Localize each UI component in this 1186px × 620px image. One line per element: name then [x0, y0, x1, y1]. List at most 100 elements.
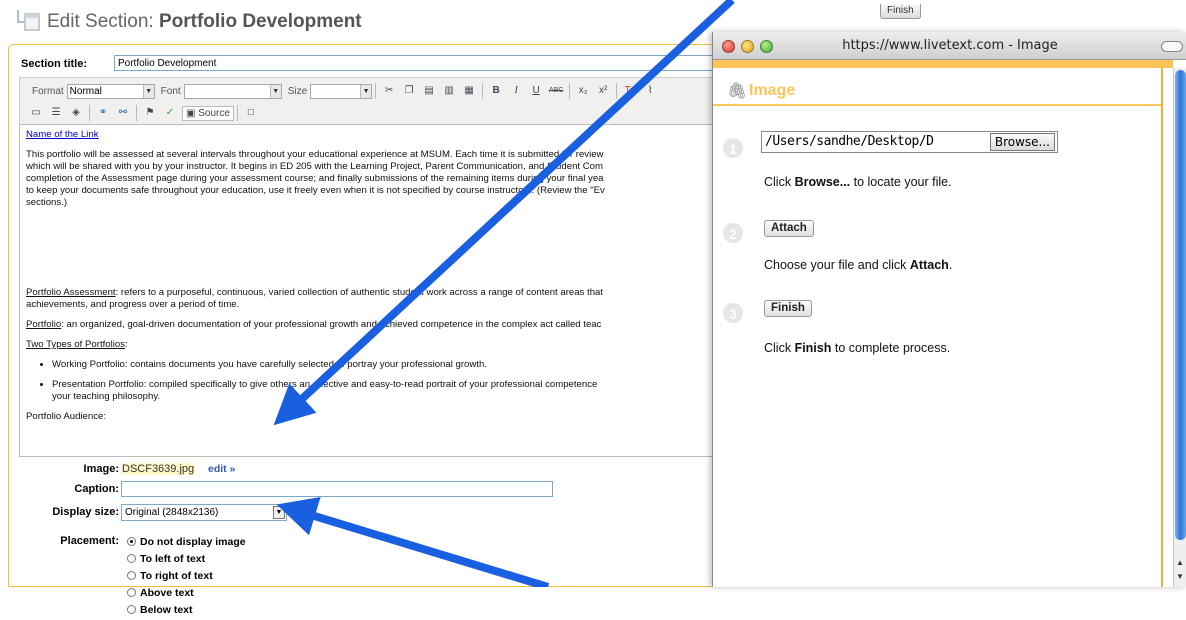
toolbar-separator	[136, 105, 137, 121]
highlight-icon[interactable]: ⌇	[642, 83, 658, 99]
audience-heading: Portfolio Audience:	[26, 411, 107, 422]
radio-icon[interactable]	[127, 588, 136, 597]
paste-icon[interactable]: ▤	[421, 83, 437, 99]
instruction-text: Click	[764, 341, 795, 355]
placement-option-label: Do not display image	[140, 536, 246, 548]
source-button-label: Source	[198, 107, 230, 119]
placement-option-label: To right of text	[140, 570, 213, 582]
step-2-instruction: Choose your file and click Attach.	[764, 258, 952, 272]
editor-paragraph-intro: This portfolio will be assessed at sever…	[26, 149, 713, 209]
chevron-down-icon: ▼	[269, 84, 281, 98]
strikethrough-icon[interactable]: ABC	[548, 83, 564, 99]
radio-icon[interactable]	[127, 554, 136, 563]
edit-section-form: Section title: Format Normal ▼ Font ▼ Si…	[8, 44, 724, 616]
popup-header: 🖇 Image	[713, 68, 1161, 106]
bold-icon[interactable]: B	[488, 83, 504, 99]
image-file-name: DSCF3639.jpg	[121, 463, 196, 475]
instruction-bold: Browse...	[794, 175, 851, 189]
scrollbar-thumb[interactable]	[1175, 70, 1186, 540]
bullet-presentation-line-2: your teaching philosophy.	[52, 391, 161, 402]
caption-input[interactable]	[121, 481, 553, 497]
placement-option-right[interactable]: To right of text	[127, 570, 213, 586]
section-title-label: Section title:	[21, 58, 88, 70]
attach-button[interactable]: Attach	[764, 220, 814, 237]
toolbar-row-1: Format Normal ▼ Font ▼ Size ▼ ✂ ❐ ▤ ▥ ▦ …	[26, 80, 660, 102]
font-select[interactable]: ▼	[183, 83, 282, 99]
toolbar-separator	[236, 105, 238, 121]
portfolio-definition: : an organized, goal-driven documentatio…	[61, 319, 602, 330]
editor-link[interactable]: Name of the Link	[26, 129, 99, 140]
toolbar-toggle-icon[interactable]	[1161, 41, 1183, 52]
file-path-value: /Users/sandhe/Desktop/D	[765, 134, 934, 149]
intro-line-2: which will be shared with you by your in…	[26, 161, 603, 172]
subscript-icon[interactable]: x₂	[575, 83, 591, 99]
list-item: Working Portfolio: contains documents yo…	[52, 359, 713, 371]
paste-text-icon[interactable]: ▥	[441, 83, 457, 99]
caption-row: Caption:	[9, 481, 721, 503]
preview-icon[interactable]: □	[243, 105, 259, 121]
chevron-down-icon: ▼	[360, 84, 372, 98]
placement-option-none[interactable]: Do not display image	[127, 536, 246, 552]
scroll-up-icon[interactable]: ▲	[1176, 558, 1184, 567]
display-size-row: Display size: Original (2848x2136) ▼	[9, 504, 721, 526]
intro-line-1: This portfolio will be assessed at sever…	[26, 149, 604, 160]
placement-option-above[interactable]: Above text	[127, 587, 194, 603]
toolbar-separator	[375, 83, 377, 99]
page-header: Edit Section: Portfolio Development	[0, 0, 720, 40]
toolbar-separator	[569, 83, 571, 99]
file-path-input[interactable]: /Users/sandhe/Desktop/D Browse...	[761, 131, 1058, 153]
section-title-input[interactable]	[114, 55, 724, 71]
display-size-select[interactable]: Original (2848x2136) ▼	[121, 504, 287, 521]
size-select[interactable]: ▼	[310, 83, 373, 99]
scroll-down-icon[interactable]: ▼	[1176, 572, 1184, 581]
toolbar-separator	[89, 105, 90, 121]
step-1-instruction: Click Browse... to locate your file.	[764, 175, 952, 189]
copy-icon[interactable]: ❐	[401, 83, 417, 99]
image-row: Image: DSCF3639.jpg edit »	[9, 463, 721, 483]
table-icon[interactable]: ▦	[461, 83, 477, 99]
intro-line-3: completion of the Assessment page during…	[26, 173, 604, 184]
link-icon[interactable]: ⚭	[95, 105, 111, 121]
window-titlebar[interactable]: https://www.livetext.com - Image	[713, 32, 1186, 60]
editor-paragraph-types: Two Types of Portfolios:	[26, 339, 713, 351]
header-band	[713, 60, 1173, 68]
source-button[interactable]: ▣ Source	[182, 105, 234, 121]
rich-text-editor[interactable]: Name of the Link This portfolio will be …	[19, 124, 719, 457]
radio-icon[interactable]	[127, 605, 136, 614]
instruction-text: Click	[764, 175, 795, 189]
instruction-text: .	[948, 258, 953, 272]
chevron-down-icon: ▼	[273, 506, 285, 519]
display-size-value: Original (2848x2136)	[125, 507, 219, 518]
spellcheck-icon[interactable]: ✓	[162, 105, 178, 121]
text-color-icon[interactable]: T▾	[622, 83, 638, 99]
instruction-text: to locate your file.	[850, 175, 952, 189]
radio-selected-icon[interactable]	[127, 537, 136, 546]
unlink-icon[interactable]: ⚯	[115, 105, 131, 121]
size-label: Size	[287, 85, 308, 97]
finish-button[interactable]: Finish	[764, 300, 812, 317]
image-icon[interactable]: ◈	[68, 105, 84, 121]
italic-icon[interactable]: I	[508, 83, 524, 99]
cut-icon[interactable]: ✂	[381, 83, 397, 99]
step-3-instruction: Click Finish to complete process.	[764, 341, 950, 355]
chevron-down-icon: ▼	[142, 84, 154, 98]
radio-icon[interactable]	[127, 571, 136, 580]
list-icon[interactable]: ☰	[48, 105, 64, 121]
underline-icon[interactable]: U	[528, 83, 544, 99]
superscript-icon[interactable]: x²	[595, 83, 611, 99]
step-3-number: 3	[723, 303, 743, 323]
editor-toolbar: Format Normal ▼ Font ▼ Size ▼ ✂ ❐ ▤ ▥ ▦ …	[19, 77, 719, 124]
special-char-icon[interactable]: ⚑	[142, 105, 158, 121]
image-edit-link[interactable]: edit »	[208, 463, 235, 475]
instruction-text: Choose your file and click	[764, 258, 910, 272]
horizontal-rule-icon[interactable]: ▭	[28, 105, 44, 121]
bullet-presentation-line-1: Presentation Portfolio: compiled specifi…	[52, 379, 598, 390]
portfolio-term: Portfolio	[26, 319, 62, 330]
placement-option-below[interactable]: Below text	[127, 604, 193, 620]
popup-heading: Image	[749, 82, 796, 99]
finish-button-top[interactable]: Finish	[880, 4, 921, 19]
format-select[interactable]: Normal ▼	[66, 83, 155, 99]
placement-option-left[interactable]: To left of text	[127, 553, 205, 569]
vertical-scrollbar[interactable]: ▲ ▼	[1173, 68, 1186, 587]
browse-button[interactable]: Browse...	[989, 133, 1055, 151]
